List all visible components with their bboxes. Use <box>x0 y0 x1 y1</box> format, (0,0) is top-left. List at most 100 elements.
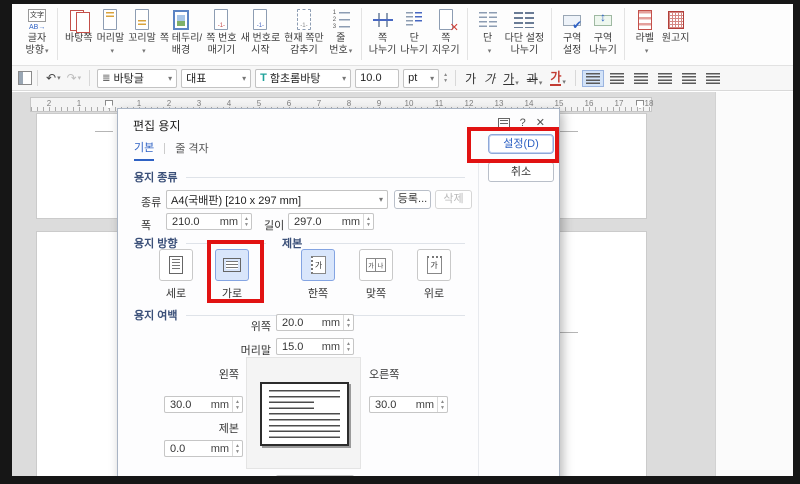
bold-button[interactable]: 가 <box>461 70 480 87</box>
underline-button[interactable]: 가 ▾ <box>499 70 523 87</box>
align-justify-button[interactable] <box>581 69 604 87</box>
ribbon-label: 설정 <box>562 45 582 56</box>
ribbon-line-number-button[interactable]: 줄번호▾ <box>326 4 356 60</box>
binding-top-button[interactable]: 가 위로 <box>416 249 452 301</box>
spin-down-icon[interactable]: ▼ <box>235 405 240 411</box>
ribbon-new-number-button[interactable]: 새 번호로시작 <box>239 4 283 59</box>
dialog-list-icon[interactable] <box>497 117 510 128</box>
ribbon-label: 줄 <box>336 33 346 44</box>
font-size-stepper[interactable]: ▲ ▼ <box>443 72 448 84</box>
register-button[interactable]: 등록... <box>394 190 431 209</box>
strikethrough-button[interactable]: 과 ▾ <box>523 70 547 87</box>
align-right-button[interactable] <box>654 70 676 87</box>
binding-facing-button[interactable]: 가 나 맞쪽 <box>358 249 394 301</box>
align-divide-button[interactable] <box>702 70 724 87</box>
spin-down-icon[interactable]: ▼ <box>235 449 240 455</box>
font-color-button[interactable]: 가 ▾ <box>546 70 570 86</box>
tab-basic[interactable]: 기본 <box>134 139 155 161</box>
unit-dropdown[interactable]: pt ▾ <box>403 68 440 88</box>
ribbon-label <box>77 45 80 57</box>
close-icon[interactable]: ✕ <box>536 116 545 129</box>
spin-down-icon[interactable]: ▼ <box>440 405 445 411</box>
binding-margin-spinner[interactable]: 0.0 mm ▲ ▼ <box>164 440 243 457</box>
paper-kind-dropdown[interactable]: A4(국배판) [210 x 297 mm] ▾ <box>166 190 388 209</box>
font-size-input[interactable]: 10.0 <box>355 68 400 88</box>
spin-down-icon[interactable]: ▼ <box>346 347 351 353</box>
spin-stepper[interactable]: ▲ ▼ <box>232 441 242 456</box>
ribbon-label: 지우기 <box>431 45 460 56</box>
spin-down-icon[interactable]: ▼ <box>443 78 448 84</box>
ribbon-columns-button[interactable]: 단 ▾ <box>473 4 503 60</box>
italic-button[interactable]: 가 <box>480 70 499 87</box>
settings-button[interactable]: 설정(D) <box>488 134 554 154</box>
align-center-button[interactable] <box>630 70 652 87</box>
left-margin-marker[interactable] <box>105 100 113 109</box>
style-dropdown[interactable]: ≣ 바탕글 ▾ <box>97 68 178 88</box>
header-margin-spinner[interactable]: 15.0 mm ▲ ▼ <box>276 338 354 355</box>
redo-button[interactable]: ↷ ▾ <box>64 71 85 85</box>
spin-stepper[interactable]: ▲ ▼ <box>241 214 251 229</box>
right-margin-spinner[interactable]: 30.0 mm ▲ ▼ <box>369 396 448 413</box>
length-spinner[interactable]: 297.0 mm ▲ ▼ <box>288 213 374 230</box>
width-label: 폭 <box>141 220 152 232</box>
section-paper-type: 용지 종류 <box>134 169 465 185</box>
ribbon-page-break-button[interactable]: 쪽 나누기 <box>367 4 399 59</box>
undo-button[interactable]: ↶ ▾ <box>43 71 64 85</box>
ribbon-section-setup-button[interactable]: 구역설정 <box>557 4 587 59</box>
spin-value: 0.0 <box>170 442 186 455</box>
ruler-number: 11 <box>434 99 444 108</box>
dialog-title: 편집 용지 <box>133 119 181 133</box>
spin-down-icon[interactable]: ▼ <box>346 323 351 329</box>
orientation-landscape-button[interactable]: 가로 <box>212 249 252 301</box>
width-spinner[interactable]: 210.0 mm ▲ ▼ <box>166 213 252 230</box>
left-margin-spinner[interactable]: 30.0 mm ▲ ▼ <box>164 396 243 413</box>
ribbon-footer-button[interactable]: 꼬리말 ▾ <box>126 4 158 60</box>
chevron-down-icon: ▾ <box>168 73 173 83</box>
page-setup-dialog: 편집 용지 ? ✕ 기본 줄 격자 설정(D) 취소 용지 종류 종류 A4(국… <box>117 108 560 476</box>
binding-one-side-button[interactable]: 가 한쪽 <box>300 249 336 301</box>
cancel-button[interactable]: 취소 <box>488 162 554 182</box>
ribbon-header-button[interactable]: 머리말 ▾ <box>95 4 127 60</box>
spin-stepper[interactable]: ▲ ▼ <box>232 397 242 412</box>
orientation-portrait-button[interactable]: 세로 <box>156 249 196 301</box>
style-value: 바탕글 <box>113 73 144 85</box>
ribbon-column-break-button[interactable]: 단 나누기 <box>398 4 430 59</box>
ribbon-manuscript-button[interactable]: 원고지 <box>660 4 692 59</box>
ribbon-page-numbering-button[interactable]: 쪽 번호매기기 <box>204 4 238 59</box>
ribbon-hide-page-button[interactable]: 현재 쪽만감추기 <box>282 4 326 59</box>
align-distribute-button[interactable] <box>678 70 700 87</box>
ribbon-master-page-button[interactable]: 바탕쪽 <box>63 4 95 59</box>
spin-stepper[interactable]: ▲ ▼ <box>343 339 353 354</box>
ribbon-toolbar: 글자방향▾ 바탕쪽 머리말 ▾꼬리말 ▾쪽 테두리/배경쪽 번호매기기새 번호로시… <box>12 4 793 66</box>
tab-line-grid[interactable]: 줄 격자 <box>175 140 208 160</box>
font-dropdown[interactable]: T 함초롬바탕 ▾ <box>255 68 352 88</box>
ribbon-multi-column-button[interactable]: 다단 설정 나누기 <box>503 4 547 59</box>
align-left-button[interactable] <box>606 70 628 87</box>
spin-down-icon[interactable]: ▼ <box>244 222 249 228</box>
ruler-number: 1 <box>136 99 142 108</box>
ribbon-text-direction-button[interactable]: 글자방향▾ <box>22 4 52 60</box>
spin-down-icon[interactable]: ▼ <box>366 222 371 228</box>
spin-stepper[interactable]: ▲ ▼ <box>343 315 353 330</box>
ribbon-page-erase-button[interactable]: 쪽지우기 <box>430 4 462 59</box>
ruler-number: 12 <box>464 99 474 108</box>
ribbon-label: 현재 쪽만 <box>284 33 324 44</box>
help-icon[interactable]: ? <box>520 117 526 129</box>
ribbon-label: 글자 <box>27 33 47 44</box>
ribbon-section-break-button[interactable]: 구역나누기 <box>587 4 619 59</box>
ribbon-label-button[interactable]: 라벨 ▾ <box>630 4 660 60</box>
spin-stepper[interactable]: ▲ ▼ <box>363 214 373 229</box>
page-break-icon <box>371 8 395 32</box>
document-properties-icon[interactable] <box>18 71 32 85</box>
ruler-number: 10 <box>404 99 414 108</box>
preset-dropdown[interactable]: 대표 ▾ <box>181 68 252 88</box>
footer-icon <box>130 8 154 32</box>
ribbon-page-border-button[interactable]: 쪽 테두리/배경 <box>158 4 204 59</box>
binding-label: 위로 <box>423 288 445 300</box>
ruler-number: 2 <box>46 99 52 108</box>
chevron-down-icon: ▾ <box>515 79 519 87</box>
top-margin-spinner[interactable]: 20.0 mm ▲ ▼ <box>276 314 354 331</box>
ribbon-label: 감추기 <box>290 45 318 56</box>
spin-stepper[interactable]: ▲ ▼ <box>437 397 447 412</box>
footer-margin-spinner[interactable] <box>276 475 354 476</box>
